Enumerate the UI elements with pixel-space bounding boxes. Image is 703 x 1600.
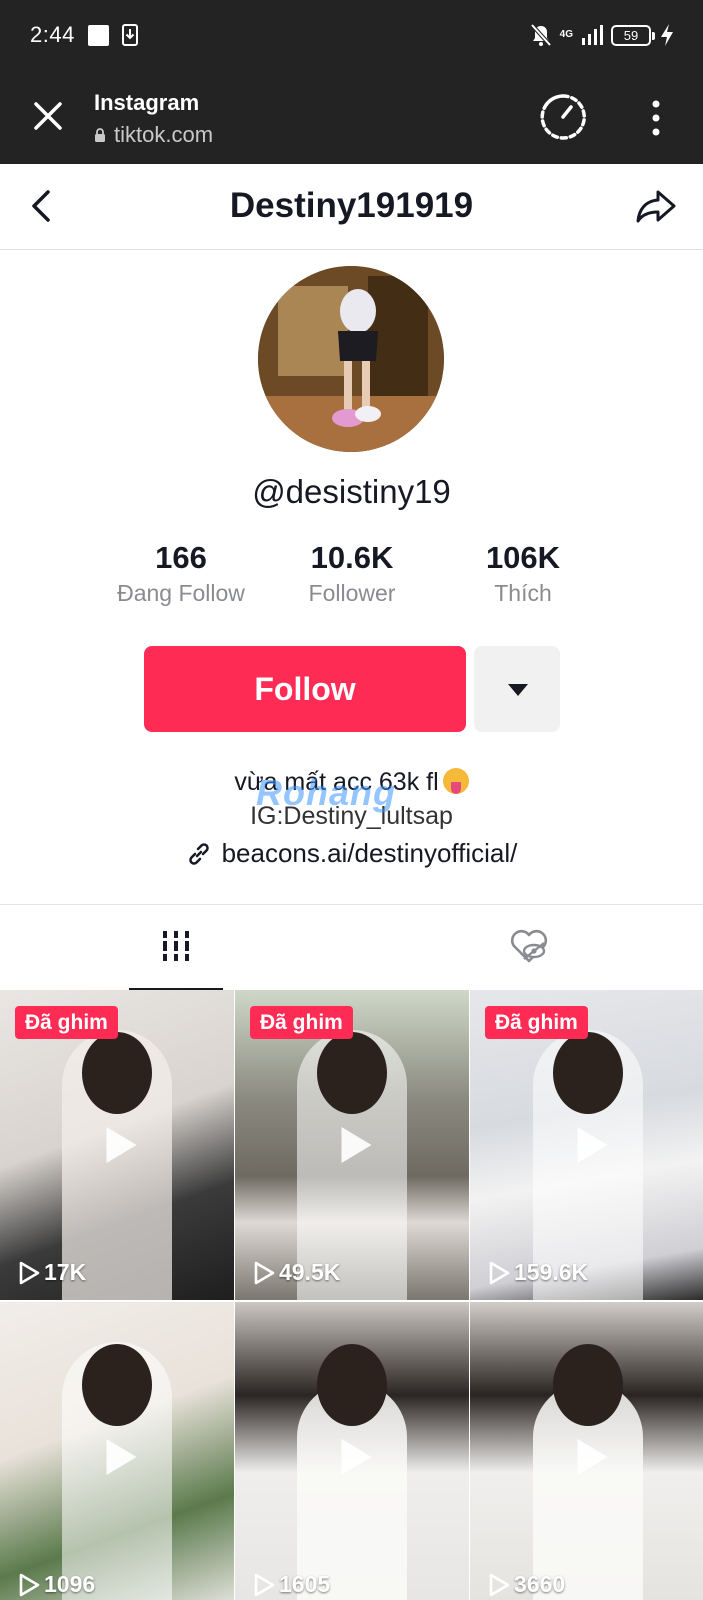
status-time: 2:44 [30,22,75,47]
play-icon [106,1439,137,1475]
profile-username: @desistiny19 [252,473,451,510]
suggested-accounts-button[interactable] [474,646,560,732]
video-frame-subject [317,1344,387,1426]
page-title: Destiny191919 [229,186,474,225]
heart-hidden-icon [510,929,548,963]
tab-videos[interactable] [129,905,223,991]
pinned-badge: Đã ghim [485,1006,588,1039]
video-thumbnail[interactable]: Đã ghim 49.5K [235,990,469,1300]
grid-icon [161,931,191,961]
browser-page-title: Instagram [94,90,200,115]
stat-followers-label: Follower [308,580,396,606]
status-bar: 2:44 4G 59 [0,0,703,72]
play-outline-icon [489,1261,510,1284]
watermark-logo: Rohang [256,772,396,813]
play-icon [106,1127,137,1163]
avatar[interactable] [258,266,444,452]
profile-stats: 166 Đang Follow 10.6K Follower 106K Thíc… [96,540,608,612]
battery-indicator: 59 [611,24,655,46]
video-thumbnail[interactable]: Đã ghim 159.6K [470,990,703,1300]
play-outline-icon [19,1573,40,1596]
network-type: 4G [559,29,573,40]
play-outline-icon [254,1573,275,1596]
video-thumbnail[interactable]: 1605 [235,1302,469,1600]
view-count: 3660 [488,1571,565,1598]
stat-followers[interactable]: 10.6K Follower [267,540,437,612]
play-outline-icon [489,1573,510,1596]
stat-likes: 106K Thích [438,540,608,612]
charging-bolt-icon [661,24,673,46]
notification-square-icon [88,25,109,46]
stat-likes-count: 106K [485,540,561,575]
view-count: 1096 [18,1571,95,1598]
profile-tabs [0,904,703,991]
more-vertical-icon[interactable] [644,98,668,138]
stat-following-label: Đang Follow [117,580,245,606]
video-frame-subject [552,1344,623,1426]
play-icon [577,1439,607,1475]
video-frame-subject [552,1032,623,1114]
view-count: 159.6K [488,1259,588,1286]
play-icon [577,1127,607,1163]
video-frame-subject [82,1344,152,1426]
timer-icon[interactable] [538,92,588,142]
play-icon [341,1439,372,1475]
stat-following[interactable]: 166 Đang Follow [96,540,266,612]
pinned-badge: Đã ghim [250,1006,353,1039]
signal-icon [582,25,603,45]
play-outline-icon [19,1261,40,1284]
tongue-emoji-icon [442,768,469,794]
video-frame-subject [82,1032,152,1114]
share-icon[interactable] [634,186,678,226]
download-notification-icon [122,24,138,46]
view-count: 1605 [253,1571,330,1598]
play-outline-icon [254,1261,275,1284]
browser-toolbar: Instagram tiktok.com [0,72,703,164]
profile-header: Destiny191919 [0,164,703,250]
video-thumbnail[interactable]: 3660 [470,1302,703,1600]
bio-link-text: beacons.ai/destinyofficial/ [221,838,518,868]
tab-liked-hidden[interactable] [482,905,576,991]
video-thumbnail[interactable]: Đã ghim 17K [0,990,234,1300]
stat-following-count: 166 [155,540,207,575]
follow-button[interactable]: Follow [144,646,466,732]
bio-link[interactable]: beacons.ai/destinyofficial/ [0,838,703,869]
mute-bell-icon [530,23,552,47]
close-icon[interactable] [28,96,68,136]
stat-likes-label: Thích [494,580,552,606]
lock-icon [95,128,105,142]
avatar-photo [258,266,444,452]
stat-followers-count: 10.6K [310,540,394,575]
browser-url-text: tiktok.com [114,122,214,147]
browser-url[interactable]: tiktok.com [94,122,213,148]
video-frame-subject [317,1032,387,1114]
caret-down-icon [508,684,528,696]
play-icon [341,1127,372,1163]
link-icon [188,842,209,865]
video-grid: Đã ghim 17K Đã ghim 49.5K Đã ghim 159.6K [0,990,703,1600]
view-count: 49.5K [253,1259,340,1286]
pinned-badge: Đã ghim [15,1006,118,1039]
video-thumbnail[interactable]: 1096 [0,1302,234,1600]
view-count: 17K [18,1259,86,1286]
